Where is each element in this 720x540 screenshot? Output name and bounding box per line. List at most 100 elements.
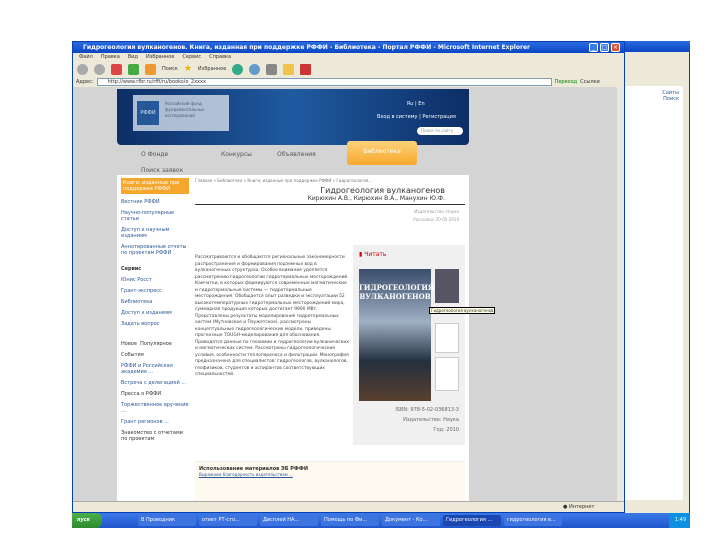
go-button[interactable]: Переход (555, 79, 578, 85)
authors: Кирюхин А.В., Кирюхин В.А., Манухин Ю.Ф. (195, 195, 465, 205)
sidebar-item-books[interactable]: Книги, изданные при поддержке РФФИ (121, 178, 189, 194)
status-bar: ● Интернет (73, 501, 624, 512)
mail-icon[interactable] (249, 63, 261, 75)
thumbnail[interactable] (435, 323, 459, 353)
usage-link[interactable]: Выражаем благодарность издательствам ... (199, 472, 461, 477)
search-button[interactable]: Поиск (162, 66, 178, 72)
service-link[interactable]: Грант-экспресс (121, 288, 189, 294)
news-category: Знакомство с отчетами по проектам (121, 430, 183, 442)
history-icon[interactable] (232, 63, 244, 75)
service-link[interactable]: Задать вопрос (121, 321, 189, 327)
address-label: Адрес: (76, 79, 94, 85)
book-cover[interactable]: ГИДРОГЕОЛОГИЯ ВУЛКАНОГЕНОВ (359, 269, 435, 401)
tab-popular[interactable]: Популярное (140, 341, 172, 347)
news-item[interactable]: Грант регионов ... (121, 419, 189, 425)
nav-search-applications[interactable]: Поиск заявок (141, 167, 183, 174)
page-title: Гидрогеология вулканогенов (320, 186, 445, 195)
sidebar-item-articles[interactable]: Научно-популярные статьи (121, 210, 189, 222)
window2-panel: Сайты Поиск (625, 86, 683, 500)
forward-icon[interactable] (94, 63, 105, 75)
publisher: Издательство: Наука (403, 417, 459, 423)
language-switch[interactable]: Ru | En (407, 101, 425, 107)
favorites-button[interactable]: Избранное (198, 66, 226, 72)
page-content: Книги, изданные при поддержке РФФИ Вестн… (117, 175, 496, 501)
background-window: Сайты Поиск (625, 41, 690, 513)
task-button[interactable]: гидрогеология в... (504, 515, 562, 526)
url-input[interactable]: http://www.rfbr.ru/rffi/ru/books/o_2xxxx (96, 78, 552, 86)
stop-icon[interactable] (111, 63, 122, 75)
task-button[interactable]: Документ - Ко... (382, 515, 440, 526)
menu-help[interactable]: Справка (209, 54, 231, 60)
logo-mark: РФФИ (137, 101, 159, 125)
folder-icon[interactable] (283, 63, 295, 75)
print-icon[interactable] (266, 63, 278, 75)
read-label: Читать (364, 251, 387, 258)
window2-titlebar (625, 41, 690, 52)
meta-publisher: Издательство: Наука (414, 209, 459, 214)
news-item[interactable]: РФФИ и Российская академия ... (121, 363, 189, 375)
home-icon[interactable] (145, 63, 156, 75)
sidebar: Книги, изданные при поддержке РФФИ Вестн… (121, 178, 189, 447)
maximize-button[interactable]: □ (600, 43, 609, 52)
isbn: ISBN: 978-5-02-036813-3 (395, 407, 459, 413)
tooltip: Гидрогеология вулканогенов (429, 307, 496, 314)
menu-view[interactable]: Вид (128, 54, 138, 60)
zone-text: Интернет (568, 504, 595, 510)
read-link[interactable]: ▮ Читать (359, 251, 386, 258)
book-info: ISBN: 978-5-02-036813-3 Издательство: На… (383, 405, 459, 435)
service-link[interactable]: Библиотека (121, 299, 189, 305)
logo[interactable]: РФФИ Российский фонд фундаментальных исс… (133, 95, 229, 131)
logo-text: Российский фонд фундаментальных исследов… (165, 101, 205, 118)
sidebar-item-reports[interactable]: Аннотированные отчеты по проектам РФФИ (121, 244, 189, 256)
menu-favorites[interactable]: Избранное (146, 54, 174, 60)
news-item[interactable]: Встреча с делегацией ... (121, 380, 189, 386)
task-button[interactable]: В Проводник (138, 515, 196, 526)
minimize-button[interactable]: _ (589, 43, 598, 52)
window-title: Гидрогеология вулканогенов. Книга, издан… (73, 42, 624, 53)
breadcrumb: Главная » Библиотека » Книги, изданные п… (195, 178, 373, 183)
link-search[interactable]: Поиск (629, 96, 679, 102)
ie-window: Гидрогеология вулканогенов. Книга, издан… (72, 41, 625, 513)
links-button[interactable]: Ссылки (580, 79, 600, 85)
nav-about[interactable]: О Фонде (141, 151, 168, 158)
refresh-icon[interactable] (128, 63, 139, 75)
service-link[interactable]: Юнис Росст (121, 277, 189, 283)
toolbar: Поиск ★ Избранное (73, 61, 624, 77)
page-viewport: РФФИ Российский фонд фундаментальных исс… (73, 87, 617, 501)
book-details: Главная » Библиотека » Книги, изданные п… (195, 178, 465, 224)
address-bar: Адрес: http://www.rfbr.ru/rffi/ru/books/… (73, 77, 624, 87)
abstract: Рассматриваются и обобщаются региональны… (195, 255, 349, 377)
news-category: Пресса о РФФИ (121, 391, 162, 397)
menu-edit[interactable]: Правка (101, 54, 120, 60)
task-button-active[interactable]: Гидрогеология ... (443, 515, 501, 526)
start-button[interactable]: пуск (72, 513, 102, 528)
menu-file[interactable]: Файл (79, 54, 93, 60)
star-icon: ★ (183, 64, 192, 74)
sidebar-item-access[interactable]: Доступ к научным изданиям (121, 227, 189, 239)
task-button[interactable]: ответ РТ-сто... (199, 515, 257, 526)
back-icon[interactable] (77, 63, 88, 75)
news-category: События (121, 352, 144, 358)
thumbnail[interactable] (435, 357, 459, 391)
cover-title: ГИДРОГЕОЛОГИЯ ВУЛКАНОГЕНОВ (359, 283, 435, 301)
close-button[interactable]: × (611, 43, 620, 52)
taskbar: пуск В Проводник ответ РТ-сто... Дисплей… (72, 513, 690, 528)
menu-tools[interactable]: Сервис (182, 54, 201, 60)
tab-new[interactable]: Новое (121, 341, 137, 347)
vertical-scrollbar[interactable] (617, 87, 624, 501)
nav-announcements[interactable]: Объявления (277, 151, 316, 158)
news-item[interactable]: Торжественное вручение ... (121, 402, 189, 414)
task-button[interactable]: Помощь по Фи... (321, 515, 379, 526)
year: Год: 2010 (433, 427, 459, 433)
kaspersky-icon[interactable] (300, 63, 312, 75)
thumbnail[interactable] (435, 269, 459, 303)
menu-bar: Файл Правка Вид Избранное Сервис Справка (73, 53, 624, 61)
nav-contests[interactable]: Конкурсы (221, 151, 252, 158)
service-link[interactable]: Доступ к изданиям (121, 310, 189, 316)
site-header: РФФИ Российский фонд фундаментальных исс… (117, 89, 469, 145)
login-link[interactable]: Вход в систему | Регистрация (377, 114, 456, 120)
task-button[interactable]: Дисплей НА... (260, 515, 318, 526)
nav-library[interactable]: Библиотека (347, 141, 417, 165)
sidebar-item-vestnik[interactable]: Вестник РФФИ (121, 199, 189, 205)
site-search-input[interactable]: Поиск по сайту (417, 127, 463, 135)
